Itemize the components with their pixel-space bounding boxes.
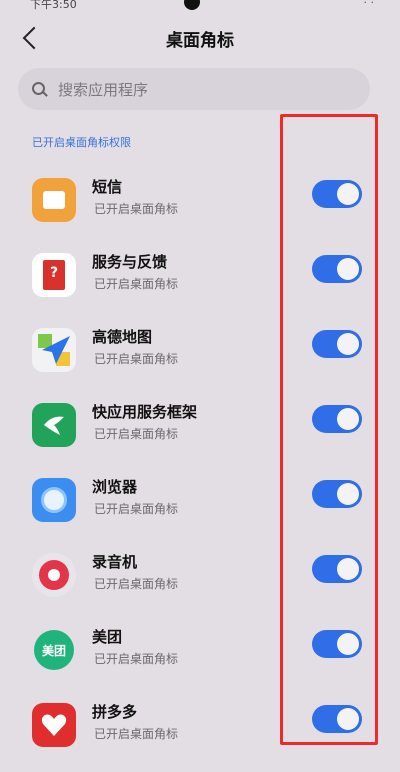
- app-name: 短信: [92, 178, 123, 196]
- app-status: 已开启桌面角标: [94, 352, 179, 366]
- pinduoduo-icon: [32, 703, 76, 747]
- app-status: 已开启桌面角标: [94, 502, 179, 516]
- search-input[interactable]: [56, 68, 360, 112]
- meituan-icon: 美团: [34, 630, 74, 670]
- section-label: 已开启桌面角标权限: [32, 136, 131, 149]
- status-time: 下午3:50: [30, 0, 77, 11]
- status-bar: 下午3:50 · ·: [0, 0, 400, 14]
- feedback-icon: ?: [32, 253, 76, 297]
- quickapp-icon: [32, 403, 76, 447]
- app-name: 服务与反馈: [92, 253, 168, 271]
- amap-icon: [32, 328, 76, 372]
- browser-icon: [32, 478, 76, 522]
- status-icons: · ·: [363, 0, 375, 9]
- camera-notch: [184, 0, 200, 10]
- app-name: 快应用服务框架: [92, 403, 198, 421]
- recorder-icon: [32, 553, 76, 597]
- hummingbird-icon: [44, 416, 64, 435]
- app-name: 高德地图: [92, 328, 153, 346]
- app-status: 已开启桌面角标: [94, 727, 179, 741]
- app-name: 拼多多: [92, 703, 138, 721]
- app-status: 已开启桌面角标: [94, 652, 179, 666]
- app-name: 浏览器: [92, 478, 138, 496]
- app-status: 已开启桌面角标: [94, 427, 179, 441]
- app-status: 已开启桌面角标: [94, 202, 179, 216]
- page-title: 桌面角标: [166, 31, 234, 51]
- search-bar[interactable]: [18, 68, 370, 112]
- app-status: 已开启桌面角标: [94, 577, 179, 591]
- sms-icon: [32, 178, 76, 222]
- highlight-box: [280, 114, 378, 745]
- header: 桌面角标: [0, 18, 400, 62]
- app-name: 美团: [92, 628, 123, 646]
- app-status: 已开启桌面角标: [94, 277, 179, 291]
- amap-arrow-icon: [38, 334, 70, 366]
- heart-icon: [41, 714, 67, 736]
- meituan-logo-text: 美团: [41, 643, 66, 658]
- search-icon: [32, 82, 45, 95]
- app-name: 录音机: [92, 553, 138, 571]
